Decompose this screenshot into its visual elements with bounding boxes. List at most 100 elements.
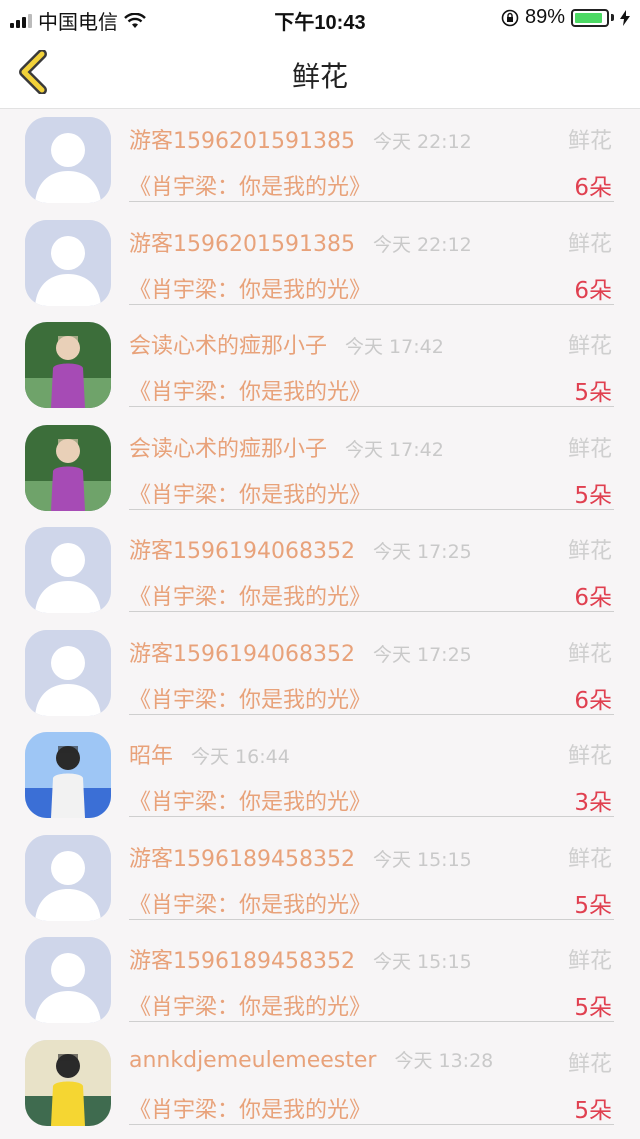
username[interactable]: 会读心术的痖那小子 xyxy=(129,437,327,462)
photo-avatar-icon xyxy=(25,424,111,511)
username[interactable]: 昭年 xyxy=(129,744,173,769)
list-item[interactable]: 游客1596189458352 今天 15:15 鲜花 《肖宇梁：你是我的光》 5… xyxy=(0,827,640,930)
username-line: 游客1596194068352 今天 17:25 xyxy=(129,533,472,565)
book-title[interactable]: 《肖宇梁：你是我的光》 xyxy=(129,477,371,509)
divider xyxy=(129,201,614,202)
avatar[interactable] xyxy=(25,629,111,716)
avatar[interactable] xyxy=(25,117,111,203)
username-line: 游客1596194068352 今天 17:25 xyxy=(129,636,472,668)
photo-avatar-icon xyxy=(25,732,111,818)
divider xyxy=(129,918,614,920)
username-line: annkdjemeulemeester 今天 13:28 xyxy=(129,1046,493,1073)
timestamp: 今天 17:25 xyxy=(372,643,472,666)
list-item[interactable]: 游客1596194068352 今天 17:25 鲜花 《肖宇梁：你是我的光》 6… xyxy=(0,622,640,725)
gift-type: 鲜花 xyxy=(567,744,612,769)
divider xyxy=(129,303,614,305)
gift-type: 鲜花 xyxy=(567,641,612,667)
timestamp: 今天 15:15 xyxy=(372,848,472,871)
avatar[interactable] xyxy=(25,937,111,1023)
list-item[interactable]: 游客1596201591385 今天 22:12 鲜花 《肖宇梁：你是我的光》 6… xyxy=(0,109,640,212)
book-title[interactable]: 《肖宇梁：你是我的光》 xyxy=(129,579,371,611)
battery-cap xyxy=(611,14,614,21)
navigation-bar: 鲜花 xyxy=(0,36,640,109)
flower-count: 6朵 xyxy=(574,585,612,611)
book-title[interactable]: 《肖宇梁：你是我的光》 xyxy=(129,169,371,201)
book-title[interactable]: 《肖宇梁：你是我的光》 xyxy=(129,784,371,816)
divider xyxy=(129,713,614,715)
book-title[interactable]: 《肖宇梁：你是我的光》 xyxy=(129,682,371,714)
status-right: 89% xyxy=(501,6,630,29)
divider xyxy=(129,508,614,510)
timestamp: 今天 17:42 xyxy=(345,336,444,358)
divider xyxy=(129,1123,614,1125)
default-avatar-icon xyxy=(25,117,111,203)
username-line: 会读心术的痖那小子 今天 17:42 xyxy=(129,431,444,463)
gift-type: 鲜花 xyxy=(567,334,612,359)
flower-count: 5朵 xyxy=(574,380,612,406)
username-line: 游客1596189458352 今天 15:15 xyxy=(129,943,472,975)
gift-type: 鲜花 xyxy=(567,436,612,462)
username[interactable]: 会读心术的痖那小子 xyxy=(129,334,327,359)
username[interactable]: 游客1596201591385 xyxy=(129,232,355,257)
gift-type: 鲜花 xyxy=(567,129,612,154)
timestamp: 今天 16:44 xyxy=(191,746,290,768)
flower-count: 5朵 xyxy=(574,1097,612,1124)
gift-type: 鲜花 xyxy=(567,1051,612,1077)
list-item[interactable]: 会读心术的痖那小子 今天 17:42 鲜花 《肖宇梁：你是我的光》 5朵 xyxy=(0,417,640,520)
book-title[interactable]: 《肖宇梁：你是我的光》 xyxy=(129,374,371,406)
battery-percent: 89% xyxy=(524,6,565,28)
list-item[interactable]: 游客1596189458352 今天 15:15 鲜花 《肖宇梁：你是我的光》 5… xyxy=(0,929,640,1032)
list-item[interactable]: 昭年 今天 16:44 鲜花 《肖宇梁：你是我的光》 3朵 xyxy=(0,724,640,827)
photo-avatar-icon xyxy=(25,322,111,408)
book-title[interactable]: 《肖宇梁：你是我的光》 xyxy=(129,272,371,304)
username[interactable]: 游客1596201591385 xyxy=(129,129,355,154)
username[interactable]: 游客1596189458352 xyxy=(129,949,355,974)
avatar[interactable] xyxy=(25,219,111,306)
timestamp: 今天 22:12 xyxy=(372,233,472,256)
default-avatar-icon xyxy=(25,937,111,1023)
gift-type: 鲜花 xyxy=(567,539,612,564)
timestamp: 今天 15:15 xyxy=(372,951,472,973)
charging-icon xyxy=(620,9,630,26)
default-avatar-icon xyxy=(25,527,111,613)
gift-type: 鲜花 xyxy=(567,949,612,974)
list-item[interactable]: 游客1596194068352 今天 17:25 鲜花 《肖宇梁：你是我的光》 6… xyxy=(0,519,640,622)
list-item[interactable]: 会读心术的痖那小子 今天 17:42 鲜花 《肖宇梁：你是我的光》 5朵 xyxy=(0,314,640,417)
flower-count: 5朵 xyxy=(574,482,612,509)
flower-count: 6朵 xyxy=(574,175,612,201)
book-title[interactable]: 《肖宇梁：你是我的光》 xyxy=(129,989,371,1021)
gift-type: 鲜花 xyxy=(567,231,612,257)
avatar[interactable] xyxy=(25,834,111,921)
username-line: 游客1596201591385 今天 22:12 xyxy=(129,123,472,155)
username-line: 游客1596189458352 今天 15:15 xyxy=(129,841,472,873)
book-title[interactable]: 《肖宇梁：你是我的光》 xyxy=(129,1092,371,1124)
gift-record-list: 游客1596201591385 今天 22:12 鲜花 《肖宇梁：你是我的光》 6… xyxy=(0,109,640,1134)
divider xyxy=(129,1021,614,1022)
avatar[interactable] xyxy=(25,322,111,408)
photo-avatar-icon xyxy=(25,1039,111,1126)
timestamp: 今天 13:28 xyxy=(394,1049,494,1072)
default-avatar-icon xyxy=(25,629,111,716)
orientation-lock-icon xyxy=(501,9,519,26)
default-avatar-icon xyxy=(25,219,111,306)
list-item[interactable]: 游客1596201591385 今天 22:12 鲜花 《肖宇梁：你是我的光》 6… xyxy=(0,212,640,315)
flower-count: 5朵 xyxy=(574,995,612,1021)
flower-count: 6朵 xyxy=(574,687,612,714)
username[interactable]: annkdjemeulemeester xyxy=(129,1048,376,1073)
username[interactable]: 游客1596194068352 xyxy=(129,642,355,667)
flower-count: 3朵 xyxy=(574,790,612,816)
book-title[interactable]: 《肖宇梁：你是我的光》 xyxy=(129,887,371,919)
page-title: 鲜花 xyxy=(291,60,348,93)
timestamp: 今天 22:12 xyxy=(372,131,472,153)
avatar[interactable] xyxy=(25,732,111,818)
timestamp: 今天 17:25 xyxy=(372,541,472,563)
username-line: 昭年 今天 16:44 xyxy=(129,738,290,770)
avatar[interactable] xyxy=(25,527,111,613)
username[interactable]: 游客1596189458352 xyxy=(129,847,355,872)
avatar[interactable] xyxy=(25,1039,111,1126)
avatar[interactable] xyxy=(25,424,111,511)
username-line: 会读心术的痖那小子 今天 17:42 xyxy=(129,328,444,360)
username[interactable]: 游客1596194068352 xyxy=(129,539,355,564)
gift-type: 鲜花 xyxy=(567,846,612,872)
list-item[interactable]: annkdjemeulemeester 今天 13:28 鲜花 《肖宇梁：你是我的… xyxy=(0,1032,640,1135)
